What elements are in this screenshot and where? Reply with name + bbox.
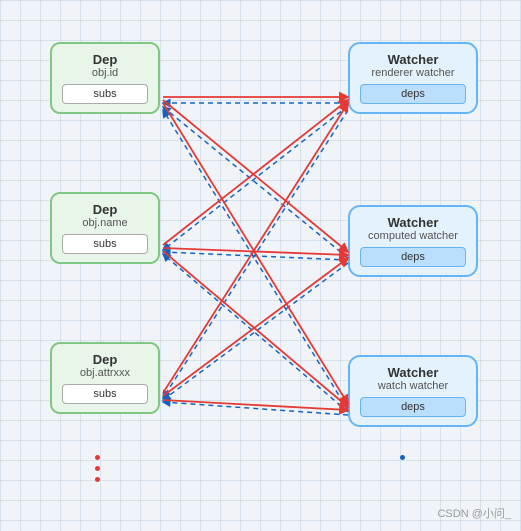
w1-subtitle: renderer watcher xyxy=(360,67,466,79)
dep3-title: Dep xyxy=(62,352,148,367)
arrow-w3-dep2-blue xyxy=(163,254,348,412)
watermark: CSDN @小问_ xyxy=(437,505,511,521)
dot-1 xyxy=(95,455,100,460)
dep-box-2: Dep obj.name subs xyxy=(50,192,160,264)
arrow-w2-dep1-blue xyxy=(163,107,348,258)
arrow-dep2-w1-red xyxy=(163,100,348,245)
dep1-subtitle: obj.id xyxy=(62,67,148,79)
w1-title: Watcher xyxy=(360,52,466,67)
dep3-subtitle: obj.attrxxx xyxy=(62,367,148,379)
arrow-dep1-w2-red xyxy=(163,100,348,252)
arrow-w3-dep1-blue xyxy=(163,110,348,410)
dep1-subs: subs xyxy=(62,84,148,104)
w3-deps: deps xyxy=(360,397,466,417)
arrow-w1-dep3-blue xyxy=(163,110,348,398)
w1-deps: deps xyxy=(360,84,466,104)
arrow-dep3-w3-red xyxy=(163,400,348,410)
dep3-subs: subs xyxy=(62,384,148,404)
arrow-w1-dep2-blue xyxy=(163,106,348,250)
dep1-title: Dep xyxy=(62,52,148,67)
w2-title: Watcher xyxy=(360,215,466,230)
dots-blue-right xyxy=(400,455,405,460)
arrow-dep3-w2-red xyxy=(163,258,348,396)
arrow-w2-dep3-blue xyxy=(163,263,348,400)
arrow-dep1-w3-red xyxy=(163,103,348,404)
dep2-subtitle: obj.name xyxy=(62,217,148,229)
dot-2 xyxy=(95,466,100,471)
arrow-dep2-w3-red xyxy=(163,251,348,407)
w2-subtitle: computed watcher xyxy=(360,230,466,242)
w3-subtitle: watch watcher xyxy=(360,380,466,392)
dep2-subs: subs xyxy=(62,234,148,254)
dots-red-left xyxy=(95,455,100,482)
arrow-dep3-w1-red xyxy=(163,103,348,393)
arrow-dep2-w2-red xyxy=(163,248,348,255)
arrow-w2-dep2-blue xyxy=(163,252,348,260)
arrow-w3-dep3-blue xyxy=(163,402,348,415)
dep-box-3: Dep obj.attrxxx subs xyxy=(50,342,160,414)
watcher-box-2: Watcher computed watcher deps xyxy=(348,205,478,277)
dot-3 xyxy=(95,477,100,482)
w2-deps: deps xyxy=(360,247,466,267)
watcher-box-1: Watcher renderer watcher deps xyxy=(348,42,478,114)
watcher-box-3: Watcher watch watcher deps xyxy=(348,355,478,427)
w3-title: Watcher xyxy=(360,365,466,380)
dot-blue-1 xyxy=(400,455,405,460)
dep2-title: Dep xyxy=(62,202,148,217)
dep-box-1: Dep obj.id subs xyxy=(50,42,160,114)
